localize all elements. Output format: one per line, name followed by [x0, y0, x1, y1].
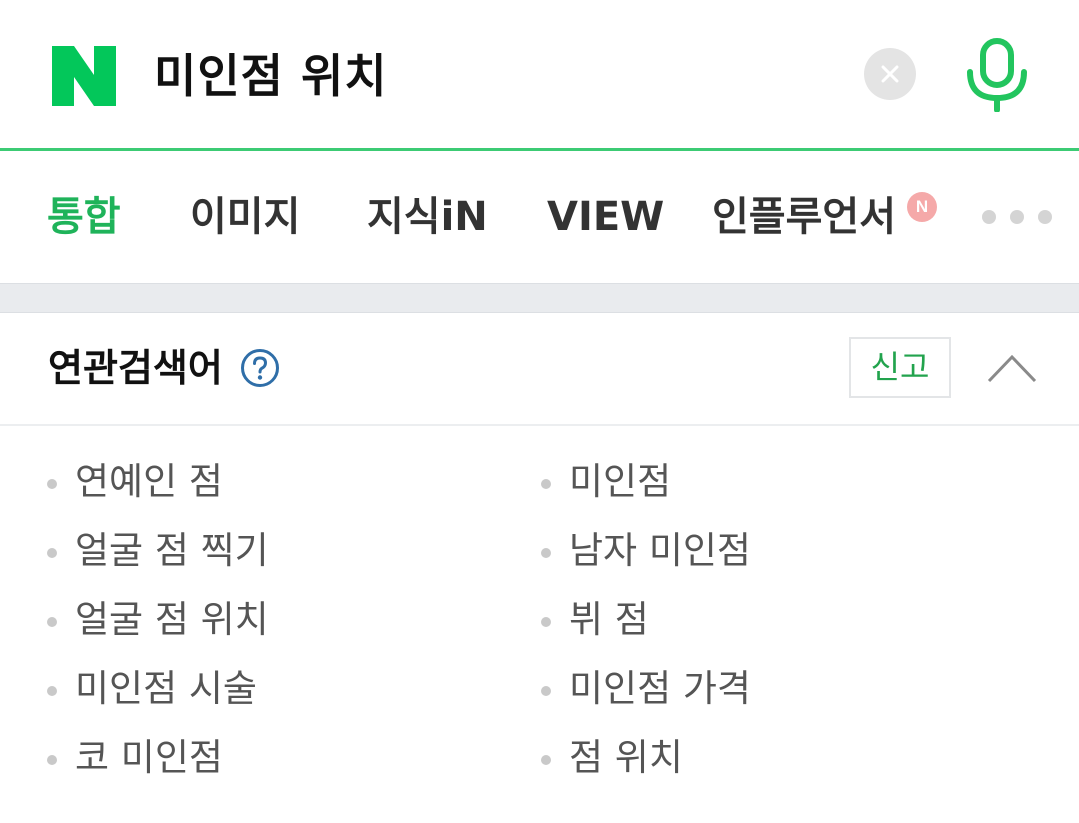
microphone-icon	[967, 38, 1027, 113]
voice-search-button[interactable]	[964, 38, 1030, 113]
bullet	[47, 548, 57, 558]
search-input[interactable]: 미인점 위치	[154, 44, 388, 108]
tab-integrated[interactable]: 통합	[47, 191, 121, 243]
related-item-right-3[interactable]: 뷔 점	[541, 594, 649, 646]
more-icon	[1038, 210, 1052, 224]
tab-view[interactable]: VIEW	[547, 191, 664, 243]
new-badge: N	[907, 192, 937, 222]
bullet	[47, 686, 57, 696]
more-icon	[1010, 210, 1024, 224]
naver-logo[interactable]	[52, 46, 116, 106]
search-tabs: 통합 이미지 지식iN VIEW 인플루언서 N	[0, 151, 1079, 283]
chevron-up-icon	[987, 354, 1037, 383]
more-icon	[982, 210, 996, 224]
related-item-right-2[interactable]: 남자 미인점	[541, 525, 751, 577]
bullet	[541, 755, 551, 765]
section-title: 연관검색어	[48, 346, 223, 390]
related-item-right-1[interactable]: 미인점	[541, 456, 671, 508]
bullet	[47, 479, 57, 489]
bullet	[47, 617, 57, 627]
more-tabs-button[interactable]	[982, 209, 1052, 225]
bullet	[541, 548, 551, 558]
related-item-left-3[interactable]: 얼굴 점 위치	[47, 594, 269, 646]
related-item-left-2[interactable]: 얼굴 점 찍기	[47, 525, 269, 577]
bullet	[541, 686, 551, 696]
clear-button[interactable]	[864, 48, 916, 100]
related-item-right-4[interactable]: 미인점 가격	[541, 663, 751, 715]
search-bar: 미인점 위치	[0, 0, 1079, 150]
tab-influencer[interactable]: 인플루언서	[712, 191, 896, 243]
bullet	[47, 755, 57, 765]
collapse-button[interactable]	[985, 347, 1039, 387]
related-searches-header: 연관검색어 신고	[0, 313, 1079, 426]
section-divider	[0, 283, 1079, 313]
report-button[interactable]: 신고	[849, 337, 951, 398]
tab-knowledge-in[interactable]: 지식iN	[367, 191, 488, 243]
related-item-left-5[interactable]: 코 미인점	[47, 732, 223, 784]
clear-icon	[881, 65, 899, 83]
bullet	[541, 617, 551, 627]
related-item-right-5[interactable]: 점 위치	[541, 732, 683, 784]
related-item-left-1[interactable]: 연예인 점	[47, 456, 223, 508]
tab-images[interactable]: 이미지	[190, 191, 300, 243]
bullet	[541, 479, 551, 489]
related-item-left-4[interactable]: 미인점 시술	[47, 663, 257, 715]
help-icon[interactable]	[240, 348, 280, 388]
